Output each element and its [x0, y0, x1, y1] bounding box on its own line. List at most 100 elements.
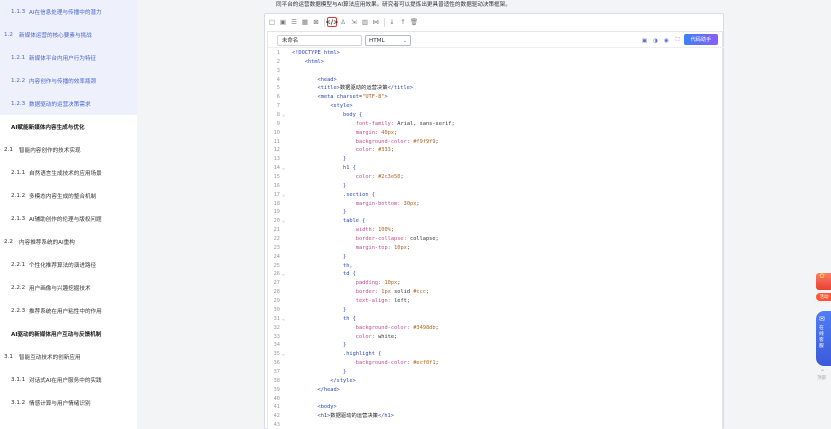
code-token: <html> [292, 58, 324, 65]
toc-item[interactable]: 1.2.3 数据驱动的运营决策需求 [0, 92, 137, 115]
fold-toggle-icon[interactable]: ⌄ [282, 315, 285, 324]
toc-item[interactable]: 3.1.1 对话式AI在用户服务中的实践 [0, 368, 137, 391]
toc-item[interactable]: 2.1.2 多模态内容生成的整合机制 [0, 184, 137, 207]
theme-toggle-icon[interactable]: ◑ [651, 36, 660, 45]
line-number: 11 [273, 138, 280, 145]
code-line: 9 font-family: Arial, sans-serif; [268, 120, 724, 129]
code-text: table { [292, 217, 365, 226]
move-up-icon[interactable]: ↑ [398, 17, 408, 27]
fold-toggle-icon[interactable]: ⌄ [282, 217, 285, 226]
fold-toggle-icon[interactable]: ⌄ [282, 270, 285, 279]
code-text: <h1>数据驱动的运营决策</h1> [292, 412, 394, 421]
text-format-icon[interactable]: □ [267, 17, 277, 27]
document-paragraph: 同平台的运营数据模型与AI算法应用效果。研究者可以提炼出更具普适性的数据驱动决策… [276, 2, 511, 8]
code-line: 24 } [268, 253, 724, 262]
formula-icon[interactable]: ⊠ [311, 17, 321, 27]
toc-item[interactable]: 1.2 新媒体运营的核心要素与挑战 [0, 23, 137, 46]
toc-item[interactable]: 1.1.3 AI在信息处理与传播中的潜力 [0, 0, 137, 23]
table-icon[interactable]: ▦ [300, 17, 310, 27]
code-text: font-family: Arial, sans-serif; [292, 120, 455, 129]
code-token: solid [390, 289, 414, 296]
toc-item[interactable]: 2.1.3 AI辅助创作的伦理与版权问题 [0, 207, 137, 230]
code-text: width: 100%; [292, 226, 394, 235]
code-line: 4 <head> [268, 76, 724, 85]
code-line: 2 <html> [268, 58, 724, 67]
code-token: white; [378, 333, 398, 340]
chevron-down-icon: ⌄ [402, 37, 407, 44]
toc-item[interactable]: 1.2.2 内容创作与传播的效率瓶颈 [0, 69, 137, 92]
line-number: 5 [276, 85, 280, 92]
code-line: 16 } [268, 182, 724, 191]
image-icon[interactable]: ▣ [278, 17, 288, 27]
code-line: 37 } [268, 368, 724, 377]
collapse-icon[interactable]: ⋈ [371, 17, 381, 27]
code-line: 19 } [268, 208, 724, 217]
code-token: background-color: [292, 138, 414, 145]
code-icon[interactable]: </> [325, 17, 339, 27]
code-name-input[interactable] [277, 35, 362, 46]
line-number: 7 [276, 103, 280, 110]
toc-item[interactable]: 2.2.2 用户画像与兴趣挖掘技术 [0, 276, 137, 299]
fold-toggle-icon[interactable]: ⌄ [282, 191, 285, 200]
delete-icon[interactable]: 🗑 [409, 17, 419, 27]
code-line: 38 </style> [268, 377, 724, 386]
preview-icon[interactable]: ◉ [662, 36, 671, 45]
toc-item-number: 3.1.2 [11, 399, 26, 406]
line-number: 8 [276, 112, 280, 119]
toc-item-label: AI赋能新媒体内容生成与优化 [11, 124, 85, 131]
code-token: color: [292, 333, 379, 340]
code-text: } [292, 253, 346, 262]
code-token: ; [397, 280, 401, 287]
code-assistant-button[interactable]: 代码助手 [684, 34, 718, 45]
code-text: margin-bottom: 30px; [292, 200, 420, 209]
toc-item[interactable]: 2.1 智能内容创作的技术实现 [0, 138, 137, 161]
toc-item[interactable]: 2.2 内容推荐系统的AI重构 [0, 230, 137, 253]
fold-toggle-icon[interactable]: ⌄ [282, 111, 285, 120]
code-line: 11 background-color: #f9f9f9; [268, 138, 724, 147]
code-text: background-color: #3498db; [292, 324, 439, 333]
chart-icon[interactable]: ▥ [360, 17, 370, 27]
move-down-icon[interactable]: ↓ [387, 17, 397, 27]
fullscreen-icon[interactable]: ⛶ [673, 36, 682, 45]
code-line: 23 margin-top: 10px; [268, 244, 724, 253]
code-token: 10px [394, 244, 407, 251]
code-text: } [292, 368, 346, 377]
code-editor-area[interactable]: 1 <!DOCTYPE html> 2 <html> 3 4 <head> 5 <titl… [268, 49, 724, 429]
code-token: ; [394, 129, 398, 136]
toc-item[interactable]: 3.1.2 情感计算与用户情绪识别 [0, 391, 137, 414]
line-number: 25 [273, 262, 280, 269]
code-line: 12 color: #333; [268, 146, 724, 155]
activity-widget[interactable]: ✿ 活动 [816, 272, 831, 303]
toc-item[interactable]: 2.2.1 个性化推荐算法的演进路径 [0, 253, 137, 276]
line-number: 16 [273, 182, 280, 189]
toc-item[interactable]: 1.2.1 新媒体平台内用户行为特征 [0, 46, 137, 69]
toc-item-number: 3.1 [4, 353, 13, 360]
language-select[interactable]: HTML ⌄ [365, 35, 411, 46]
code-text: } [292, 182, 346, 191]
fold-toggle-icon[interactable]: ⌄ [282, 164, 285, 173]
fold-toggle-icon[interactable]: ⌄ [282, 350, 285, 359]
line-number: 32 [273, 324, 280, 331]
format-code-icon[interactable]: ▣ [640, 36, 649, 45]
toc-item[interactable]: 2.2.3 推荐系统在用户粘性中的作用 [0, 299, 137, 322]
resize-icon[interactable]: ⇲ [349, 17, 359, 27]
toc-item[interactable]: AI驱动的新媒体用户互动与反馈机制 [0, 322, 137, 345]
code-token: ; [390, 227, 395, 234]
code-line: 8 ⌄ body { [268, 111, 724, 120]
code-token: ; [435, 324, 439, 331]
code-token: } [292, 182, 347, 189]
code-token: } [292, 306, 347, 313]
toc-item[interactable]: 2.1.1 自然语言生成技术的应用场景 [0, 161, 137, 184]
list-icon[interactable]: ☰ [289, 17, 299, 27]
line-number: 28 [273, 289, 280, 296]
code-line: 35 ⌄ .highlight { [268, 350, 724, 359]
back-to-top-button[interactable]: ⌃ 顶部 [817, 369, 831, 383]
flowchart-icon[interactable]: ♙ [338, 17, 348, 27]
toc-item[interactable]: AI赋能新媒体内容生成与优化 [0, 115, 137, 138]
toc-item[interactable]: 3.1 智能互动技术的创新应用 [0, 345, 137, 368]
toc-item-number: 2.2.1 [11, 261, 26, 268]
toc-item-number: 1.2 [4, 31, 13, 38]
code-line: 40 [268, 395, 724, 404]
online-service-button[interactable]: ✉ 在线客服 [816, 311, 831, 366]
code-line: 30 } [268, 306, 724, 315]
